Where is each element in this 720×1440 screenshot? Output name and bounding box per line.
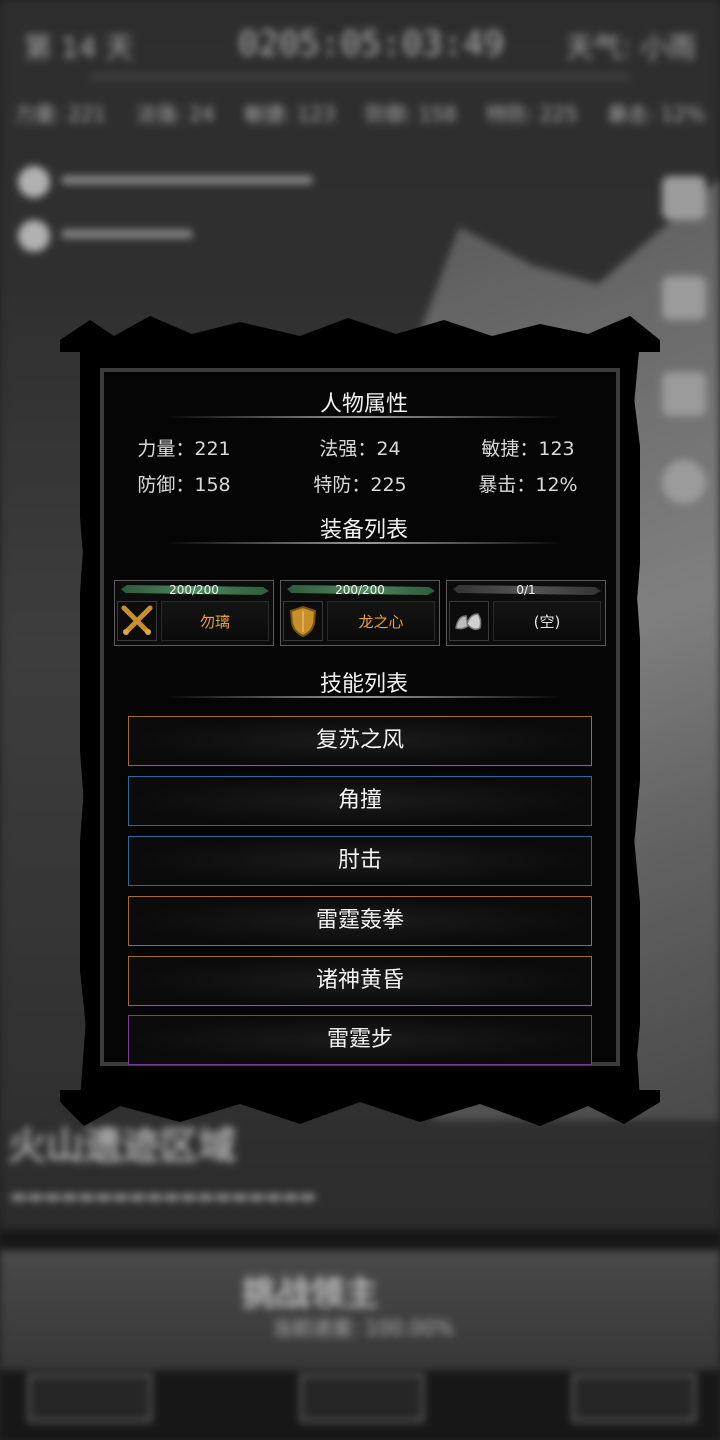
equipment-title: 装备列表 [319, 518, 408, 543]
attr-special-defense: 特防：225 [313, 474, 407, 496]
equipment-slot-armor[interactable]: 200/200 龙之心 [280, 580, 440, 646]
durability-text: 200/200 [169, 583, 219, 597]
skills-title: 技能列表 [319, 672, 408, 697]
skill-button[interactable]: 肘击 [128, 836, 592, 886]
skill-button[interactable]: 雷霆轰拳 [128, 896, 592, 946]
equipment-slot-weapon[interactable]: 200/200 勿璃 [114, 580, 274, 646]
equipment-name: 勿璃 [161, 601, 269, 641]
boots-icon [449, 601, 489, 641]
equipment-name: 龙之心 [327, 601, 435, 641]
divider [164, 542, 564, 544]
crossed-swords-icon [117, 601, 157, 641]
attr-magic: 法强：24 [319, 438, 401, 460]
equipment-name: (空) [493, 601, 601, 641]
attr-strength: 力量：221 [137, 438, 231, 460]
equipment-slot-boots[interactable]: 0/1 (空) [446, 580, 606, 646]
skill-button[interactable]: 复苏之风 [128, 716, 592, 766]
attributes-title: 人物属性 [319, 392, 408, 417]
skill-button[interactable]: 诸神黄昏 [128, 956, 592, 1006]
durability-text: 200/200 [335, 583, 385, 597]
character-panel: 人物属性 力量：221 法强：24 敏捷：123 防御：158 特防：225 暴… [100, 368, 620, 1066]
durability-text: 0/1 [516, 583, 536, 597]
divider [164, 416, 564, 418]
shield-icon [283, 601, 323, 641]
attr-defense: 防御：158 [137, 474, 231, 496]
attr-agility: 敏捷：123 [481, 438, 575, 460]
skill-button[interactable]: 角撞 [128, 776, 592, 826]
divider [164, 696, 564, 698]
attr-critical: 暴击：12% [478, 474, 578, 496]
skill-button[interactable]: 雷霆步 [128, 1015, 592, 1065]
